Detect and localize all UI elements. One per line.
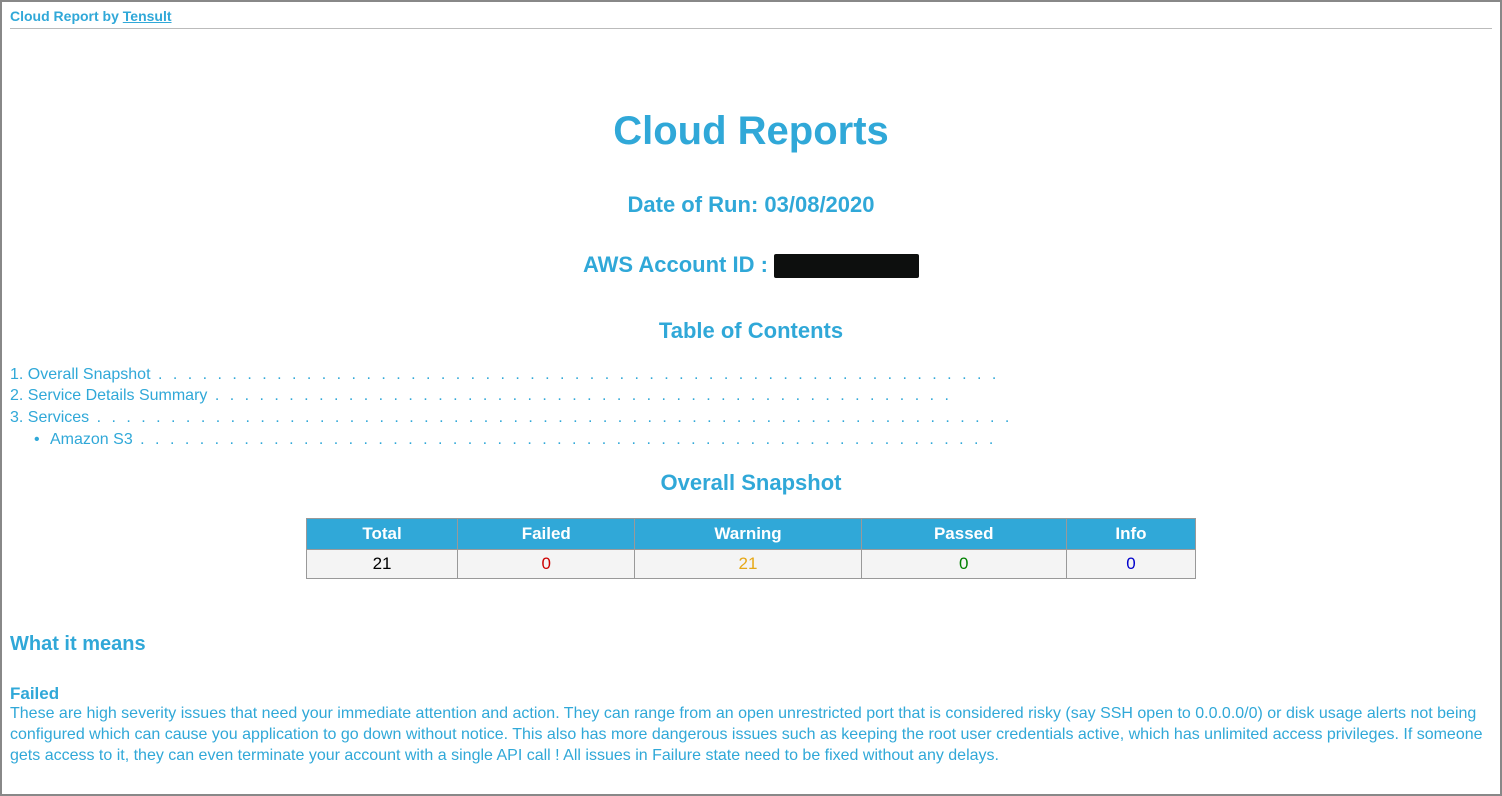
header-byline: Cloud Report by Tensult [10,8,1492,24]
th-passed: Passed [861,519,1066,550]
td-info: 0 [1066,550,1195,579]
what-it-means-heading: What it means [10,633,1492,656]
date-label: Date of Run: [628,192,765,217]
toc-text: 2. Service Details Summary [10,387,207,404]
th-failed: Failed [458,519,635,550]
table-header-row: Total Failed Warning Passed Info [307,519,1196,550]
toc-dots: . . . . . . . . . . . . . . . . . . . . … [89,409,1012,426]
account-id-redacted [774,254,919,278]
toc-text: 3. Services [10,409,89,426]
page-title: Cloud Reports [10,109,1492,154]
toc-text: 1. Overall Snapshot [10,366,151,383]
divider [10,28,1492,29]
toc-heading: Table of Contents [10,318,1492,344]
toc-dots: . . . . . . . . . . . . . . . . . . . . … [207,387,952,404]
toc-item-overall[interactable]: 1. Overall Snapshot . . . . . . . . . . … [10,364,1492,386]
date-of-run: Date of Run: 03/08/2020 [10,192,1492,218]
date-value: 03/08/2020 [764,192,874,217]
table-of-contents: 1. Overall Snapshot . . . . . . . . . . … [10,364,1492,450]
failed-label: Failed [10,684,1492,704]
td-total: 21 [307,550,458,579]
th-total: Total [307,519,458,550]
header-link[interactable]: Tensult [123,8,172,24]
td-passed: 0 [861,550,1066,579]
header-prefix: Cloud Report by [10,8,123,24]
th-info: Info [1066,519,1195,550]
snapshot-table: Total Failed Warning Passed Info 21 0 21… [306,518,1196,579]
account-label: AWS Account ID : [583,252,774,277]
toc-dots: . . . . . . . . . . . . . . . . . . . . … [133,431,997,448]
toc-dots: . . . . . . . . . . . . . . . . . . . . … [151,366,1000,383]
td-failed: 0 [458,550,635,579]
overall-snapshot-heading: Overall Snapshot [10,470,1492,496]
table-row: 21 0 21 0 0 [307,550,1196,579]
td-warning: 21 [635,550,861,579]
toc-item-services[interactable]: 3. Services . . . . . . . . . . . . . . … [10,407,1492,429]
account-line: AWS Account ID : [10,252,1492,280]
th-warning: Warning [635,519,861,550]
toc-item-amazon-s3[interactable]: Amazon S3 . . . . . . . . . . . . . . . … [10,429,1492,451]
toc-text: Amazon S3 [50,431,133,448]
toc-item-service-details[interactable]: 2. Service Details Summary . . . . . . .… [10,385,1492,407]
failed-description: These are high severity issues that need… [10,704,1492,766]
